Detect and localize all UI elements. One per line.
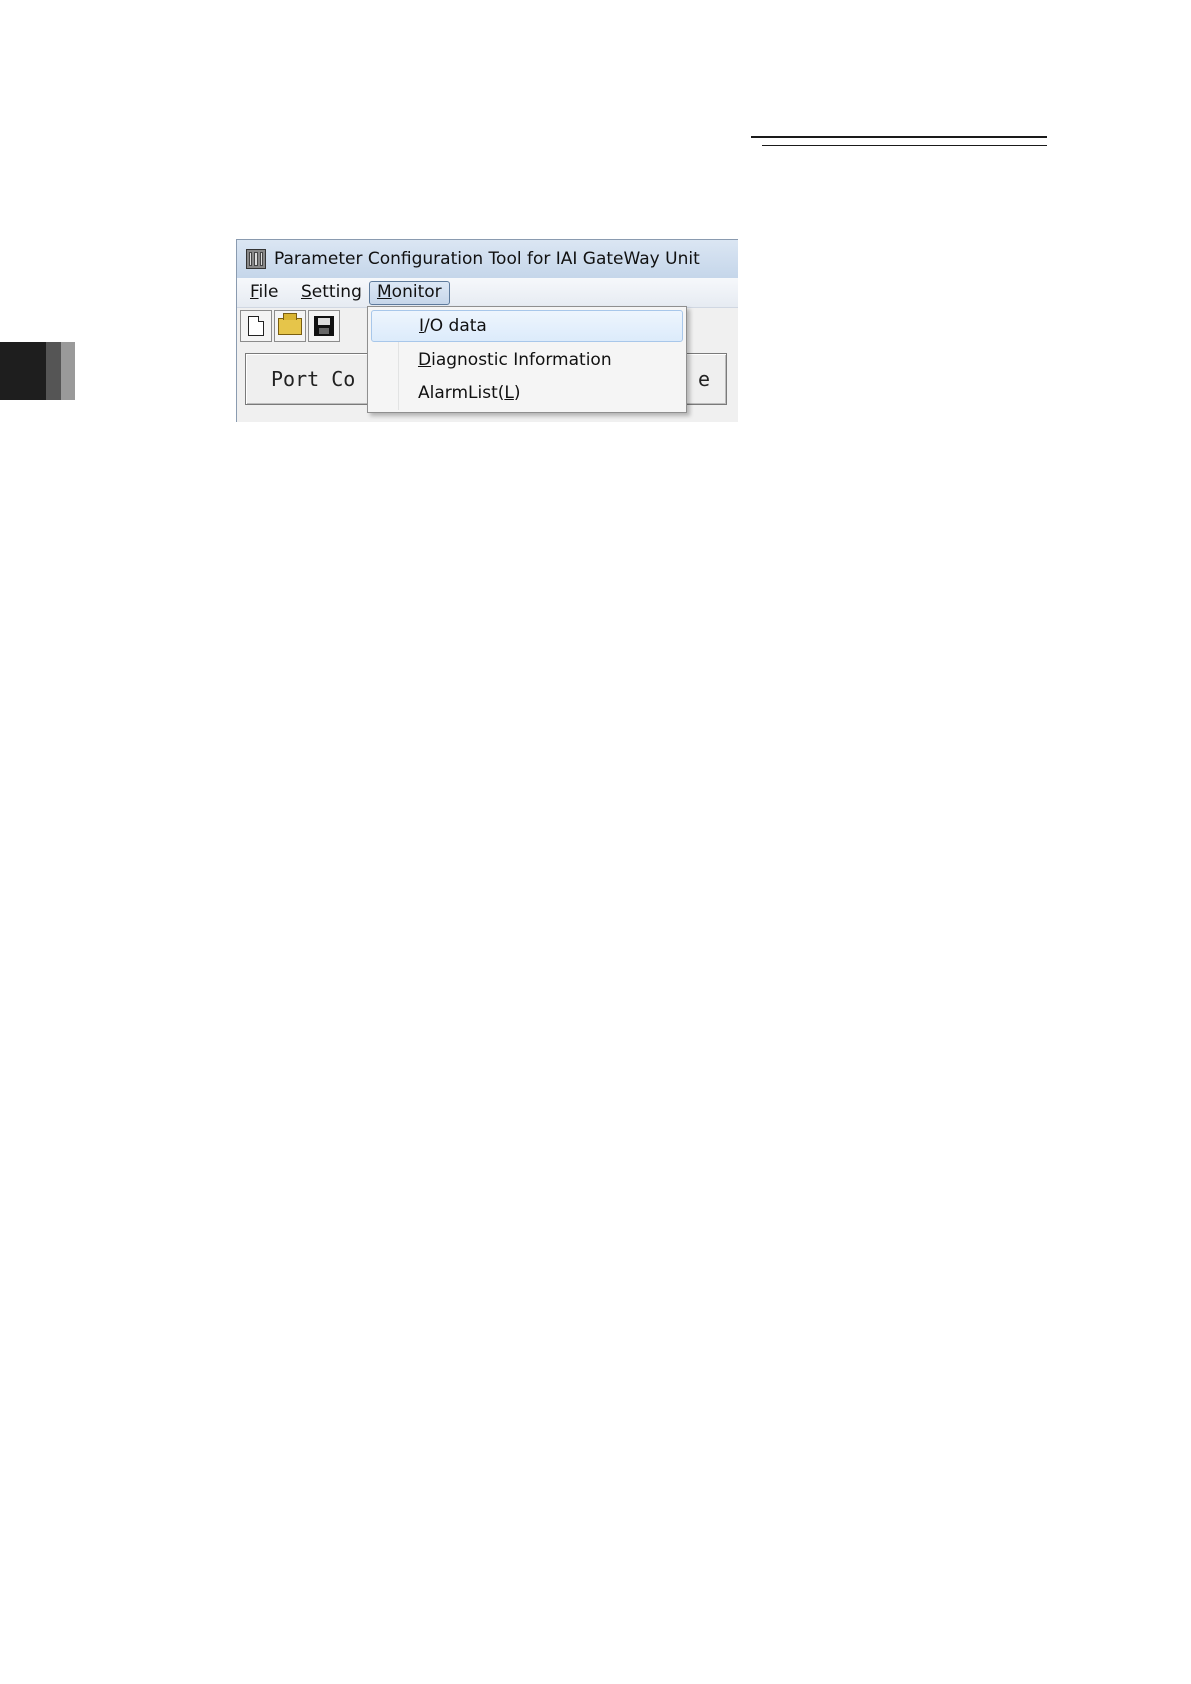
- menu-file[interactable]: File: [243, 281, 285, 303]
- header-rule-bottom: [762, 145, 1047, 146]
- menu-setting-mnemonic: S: [301, 282, 312, 302]
- open-button[interactable]: [274, 310, 306, 342]
- menu-file-rest: ile: [258, 282, 279, 302]
- save-disk-icon: [314, 316, 334, 336]
- menu-item-io-data[interactable]: I/O data: [371, 310, 683, 342]
- alarm-list-mnemonic: L: [504, 383, 514, 403]
- open-folder-icon: [278, 312, 302, 335]
- menu-bar: File Setting Monitor: [237, 278, 738, 308]
- side-tab-dark: [0, 342, 46, 400]
- diagnostic-mnemonic: D: [418, 350, 432, 370]
- menu-monitor-mnemonic: M: [377, 282, 392, 302]
- monitor-dropdown-menu: I/O data Diagnostic Information AlarmLis…: [367, 306, 687, 413]
- side-tab-light: [61, 342, 75, 400]
- app-icon[interactable]: [246, 249, 266, 269]
- new-button[interactable]: [240, 310, 272, 342]
- alarm-list-suffix: ): [513, 383, 521, 403]
- menu-monitor[interactable]: Monitor: [369, 281, 450, 305]
- chapter-side-tab: [0, 342, 75, 400]
- new-file-icon: [248, 316, 264, 336]
- port-button-label-right: e: [697, 367, 710, 391]
- save-button[interactable]: [308, 310, 340, 342]
- app-window: Parameter Configuration Tool for IAI Gat…: [236, 239, 738, 422]
- menu-item-alarm-list[interactable]: AlarmList(L): [371, 377, 683, 409]
- port-button-label-left: Port Co: [271, 367, 356, 391]
- menu-setting[interactable]: Setting: [294, 281, 369, 303]
- window-title: Parameter Configuration Tool for IAI Gat…: [274, 249, 700, 269]
- alarm-list-prefix: AlarmList(: [418, 383, 505, 403]
- menu-setting-rest: etting: [311, 282, 362, 302]
- io-data-rest: /O data: [424, 316, 487, 336]
- menu-file-mnemonic: F: [250, 282, 259, 302]
- menu-monitor-rest: onitor: [391, 282, 442, 302]
- side-tab-mid: [46, 342, 61, 400]
- header-rule-top: [751, 136, 1047, 138]
- title-bar[interactable]: Parameter Configuration Tool for IAI Gat…: [237, 240, 738, 278]
- menu-item-diagnostic-information[interactable]: Diagnostic Information: [371, 344, 683, 376]
- diagnostic-rest: iagnostic Information: [431, 350, 612, 370]
